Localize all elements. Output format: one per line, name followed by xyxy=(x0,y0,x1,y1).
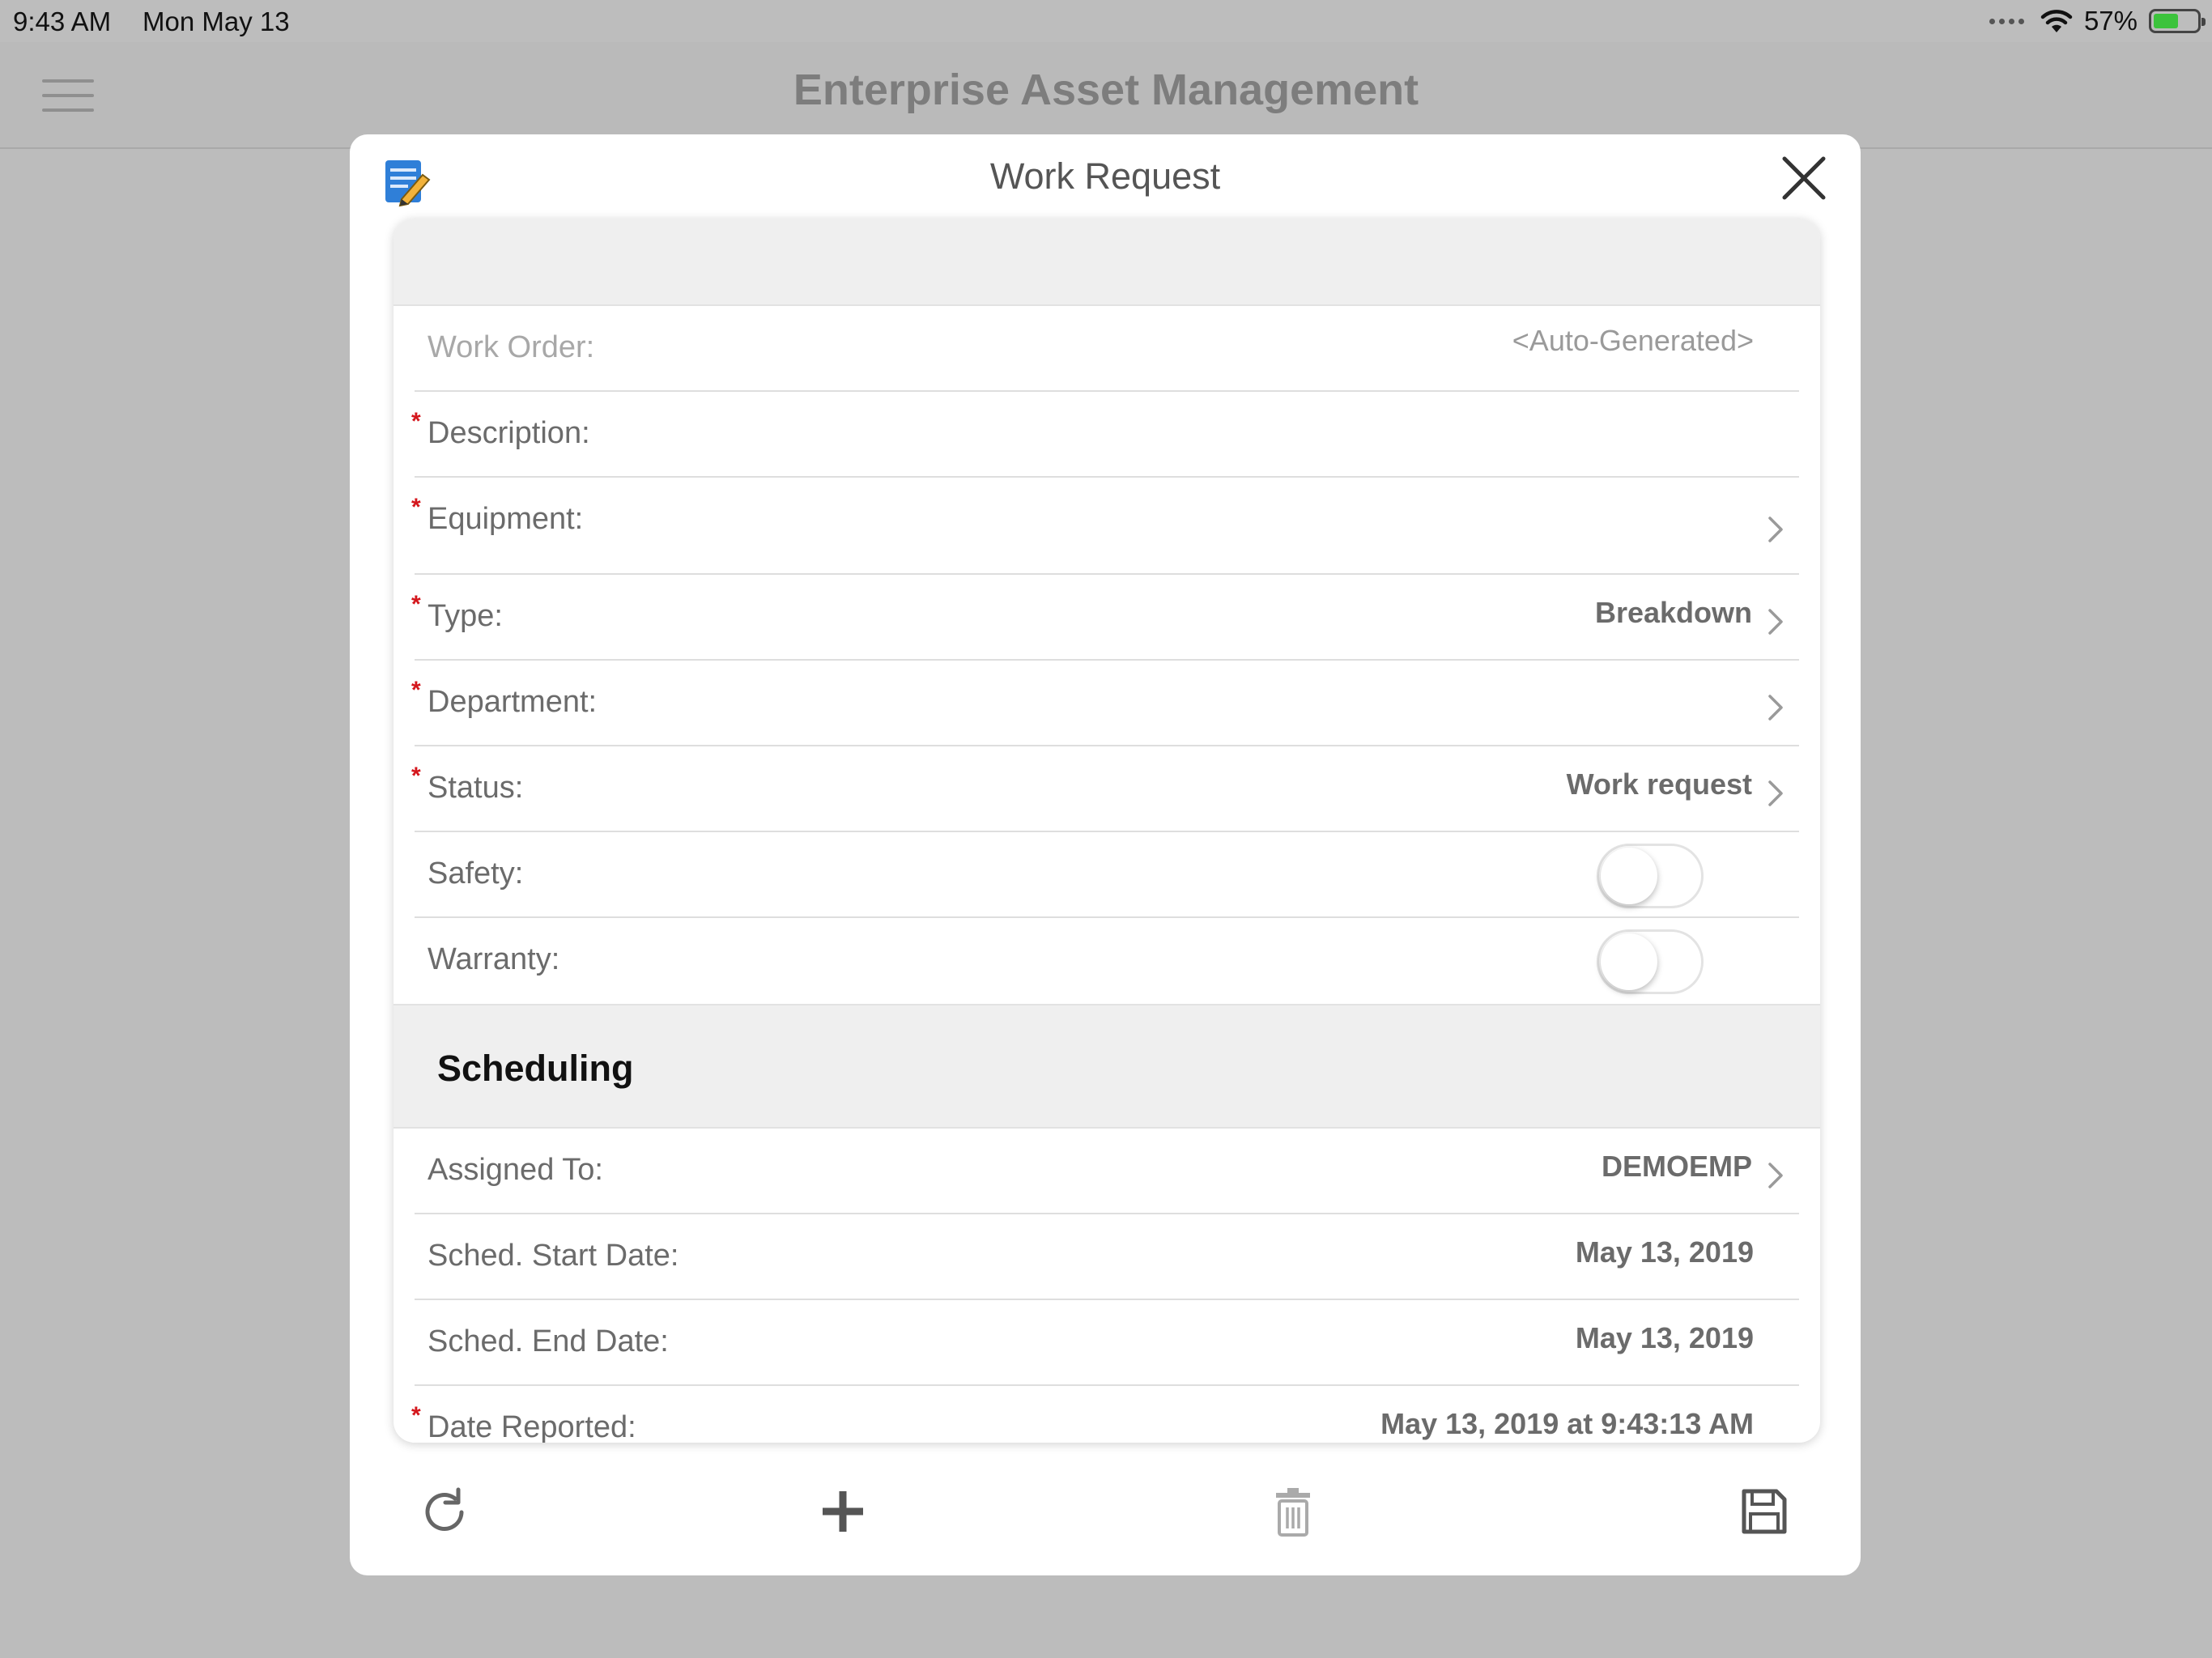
close-icon[interactable] xyxy=(1778,152,1830,204)
date-reported-label: Date Reported: xyxy=(428,1410,636,1443)
work-order-label: Work Order: xyxy=(428,330,595,364)
type-label: Type: xyxy=(428,599,503,633)
required-marker: * xyxy=(411,408,421,435)
scheduling-section-header: Scheduling xyxy=(393,1004,1820,1129)
assigned-to-row[interactable]: Assigned To: DEMOEMP xyxy=(415,1129,1799,1214)
status-bar: 9:43 AM Mon May 13 57% xyxy=(0,0,2212,42)
description-label: Description: xyxy=(428,416,590,450)
chevron-right-icon xyxy=(1768,695,1783,721)
refresh-icon[interactable] xyxy=(416,1483,473,1540)
date-reported-row[interactable]: * Date Reported: May 13, 2019 at 9:43:13… xyxy=(411,1386,1799,1443)
assigned-to-value: DEMOEMP xyxy=(1601,1150,1752,1183)
app-nav-bar: Enterprise Asset Management xyxy=(0,42,2212,149)
date-reported-value[interactable]: May 13, 2019 at 9:43:13 AM xyxy=(1380,1407,1754,1441)
required-marker: * xyxy=(411,591,421,618)
battery-icon xyxy=(2149,9,2206,33)
chevron-right-icon xyxy=(1768,609,1783,635)
sched-start-label: Sched. Start Date: xyxy=(428,1239,679,1273)
warranty-row: Warranty: xyxy=(415,918,1799,1004)
status-value: Work request xyxy=(1566,767,1752,801)
app-title: Enterprise Asset Management xyxy=(793,66,1419,114)
safety-toggle[interactable] xyxy=(1597,844,1704,908)
form-header xyxy=(393,219,1820,306)
status-time: 9:43 AM xyxy=(13,6,112,36)
type-value: Breakdown xyxy=(1594,596,1752,629)
required-marker: * xyxy=(411,494,421,521)
plus-icon[interactable] xyxy=(815,1483,871,1540)
description-row[interactable]: * Description: xyxy=(411,392,1799,478)
battery-percent: 57% xyxy=(2083,6,2138,36)
equipment-label: Equipment: xyxy=(428,502,584,536)
wifi-icon xyxy=(2040,10,2073,32)
save-icon[interactable] xyxy=(1736,1483,1793,1540)
sched-end-value[interactable]: May 13, 2019 xyxy=(1576,1321,1754,1355)
work-request-modal: Work Request Work Order: <Auto-Generated… xyxy=(350,134,1861,1575)
type-row[interactable]: * Type: Breakdown xyxy=(411,575,1799,661)
warranty-label: Warranty: xyxy=(428,942,560,976)
modal-title: Work Request xyxy=(989,155,1221,197)
equipment-row[interactable]: * Equipment: xyxy=(411,478,1799,575)
trash-icon[interactable] xyxy=(1265,1483,1321,1540)
assigned-to-label: Assigned To: xyxy=(428,1153,603,1187)
cellular-signal-icon xyxy=(1989,18,2024,24)
chevron-right-icon xyxy=(1768,780,1783,806)
sched-start-value[interactable]: May 13, 2019 xyxy=(1576,1235,1754,1269)
safety-row: Safety: xyxy=(415,832,1799,918)
status-row[interactable]: * Status: Work request xyxy=(411,746,1799,832)
chevron-right-icon xyxy=(1768,1163,1783,1188)
status-indicators: 57% xyxy=(1989,5,2206,37)
work-order-value: <Auto-Generated> xyxy=(1512,324,1754,357)
work-request-form: Work Order: <Auto-Generated> * Descripti… xyxy=(393,219,1820,1443)
work-order-row: Work Order: <Auto-Generated> xyxy=(415,306,1799,392)
chevron-right-icon xyxy=(1768,517,1783,542)
required-marker: * xyxy=(411,1402,421,1429)
department-row[interactable]: * Department: xyxy=(411,661,1799,746)
status-label: Status: xyxy=(428,771,524,805)
scheduling-title: Scheduling xyxy=(437,1048,634,1089)
sched-end-label: Sched. End Date: xyxy=(428,1324,669,1358)
department-label: Department: xyxy=(428,685,598,719)
status-date: Mon May 13 xyxy=(143,6,290,36)
warranty-toggle[interactable] xyxy=(1597,929,1704,994)
sched-start-row[interactable]: Sched. Start Date: May 13, 2019 xyxy=(415,1214,1799,1300)
required-marker: * xyxy=(411,677,421,704)
sched-end-row[interactable]: Sched. End Date: May 13, 2019 xyxy=(415,1300,1799,1386)
safety-label: Safety: xyxy=(428,857,524,891)
required-marker: * xyxy=(411,763,421,789)
